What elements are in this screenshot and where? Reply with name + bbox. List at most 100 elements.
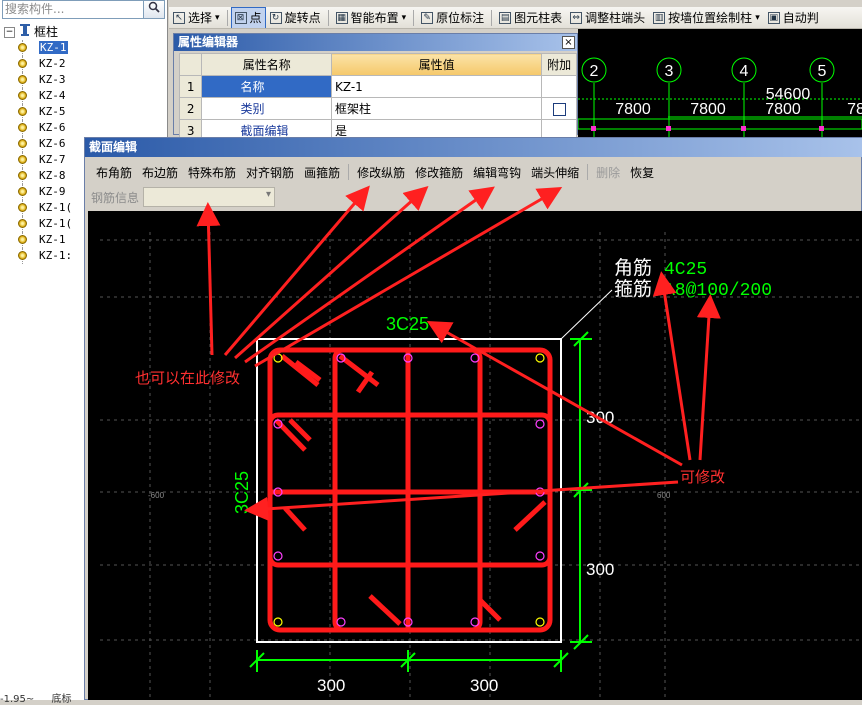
- toolbar-button-2[interactable]: ↻ 旋转点: [266, 7, 325, 28]
- dim-right-top: 300: [586, 408, 614, 427]
- axis-label-4: 4: [740, 63, 749, 80]
- section-tool-0[interactable]: 布角筋: [91, 164, 137, 181]
- toolbar-button-8[interactable]: ▣ 自动判: [764, 7, 823, 28]
- attr-value-header: 属性值: [330, 53, 543, 76]
- toolbar-button-1[interactable]: ⊠ 点: [230, 7, 266, 28]
- smart-layout-icon: ▦: [335, 11, 348, 24]
- chevron-down-icon: ▾: [755, 12, 760, 23]
- grid-coordinate-left: -600: [148, 491, 165, 500]
- tree-item-label: KZ-1: [39, 41, 68, 54]
- section-editor-title[interactable]: 截面编辑: [85, 138, 862, 157]
- toolbar-button-label: 选择: [188, 11, 213, 25]
- attr-value-cell[interactable]: 框架柱: [330, 97, 543, 120]
- chevron-down-icon: ▾: [215, 12, 220, 23]
- plan-canvas[interactable]: 2 3 4 5 54600 7800 7800 7800 78: [578, 29, 862, 139]
- section-tool-4[interactable]: 画箍筋: [299, 164, 345, 181]
- rebar-info-label: 钢筋信息: [91, 190, 140, 205]
- column-node-icon: [18, 171, 27, 180]
- column-table-icon: ▤: [499, 11, 512, 24]
- span-dimension-3: 7800: [765, 101, 801, 118]
- tree-item-label: KZ-2: [39, 57, 66, 70]
- close-icon[interactable]: ×: [562, 36, 575, 49]
- section-tool-8[interactable]: 端头伸缩: [526, 164, 584, 181]
- attr-value-cell[interactable]: KZ-1: [330, 75, 543, 98]
- span-dimension-1: 7800: [615, 101, 651, 118]
- tree-item-label: KZ-1(: [39, 201, 73, 214]
- toolbar-separator: [226, 9, 228, 26]
- tree-root-label: 框柱: [34, 25, 59, 39]
- point-icon: ⊠: [234, 11, 247, 24]
- collapse-toggle-icon[interactable]: −: [4, 27, 15, 38]
- chevron-down-icon: ▾: [401, 12, 407, 23]
- column-node-icon: [18, 203, 27, 212]
- toolbar-button-label: 图元柱表: [514, 11, 563, 25]
- tree-item[interactable]: KZ-1: [18, 40, 168, 56]
- column-node-icon: [18, 155, 27, 164]
- tree-root-frame-column[interactable]: − 框柱: [4, 24, 58, 40]
- column-node-icon: [18, 251, 27, 260]
- stirrup-value[interactable]: A8@100/200: [664, 281, 772, 301]
- tree-item[interactable]: KZ-5: [18, 104, 168, 120]
- toolbar-button-3[interactable]: ▦ 智能布置 ▾: [332, 7, 411, 28]
- toolbar-button-5[interactable]: ▤ 图元柱表: [495, 7, 566, 28]
- tree-item[interactable]: KZ-3: [18, 72, 168, 88]
- annotate-icon: ✎: [421, 11, 434, 24]
- search-input[interactable]: 搜索构件...: [2, 0, 165, 19]
- pointer-icon: ↖: [173, 11, 185, 24]
- section-tool-10[interactable]: 恢复: [625, 164, 659, 181]
- toolbar-separator: [491, 9, 493, 26]
- attr-add-cell[interactable]: [541, 97, 577, 120]
- toolbar-button-label: 点: [249, 11, 262, 25]
- tree-item[interactable]: KZ-4: [18, 88, 168, 104]
- row-number: 2: [178, 97, 203, 120]
- search-icon[interactable]: [143, 0, 165, 19]
- attribute-row[interactable]: 2 类别 框架柱: [178, 97, 577, 120]
- section-tool-1[interactable]: 布边筋: [137, 164, 183, 181]
- toolbar-separator: [348, 164, 350, 180]
- attr-add-cell[interactable]: [541, 75, 577, 98]
- attribute-table: 属性名称 属性值 附加 1 名称 KZ-1 2 类别 框架柱 3 截面编辑是: [178, 53, 577, 142]
- section-tool-6[interactable]: 修改箍筋: [410, 164, 468, 181]
- corner-rebar-label: 角筋: [614, 257, 652, 279]
- column-node-icon: [18, 139, 27, 148]
- tree-item-label: KZ-6: [39, 121, 66, 134]
- column-node-icon: [18, 75, 27, 84]
- span-dimension-4: 78: [847, 101, 862, 118]
- attribute-editor-title[interactable]: 属性编辑器: [174, 34, 577, 51]
- toolbar-button-6[interactable]: ⇔ 调整柱端头: [566, 7, 649, 28]
- toolbar-button-4[interactable]: ✎ 原位标注: [417, 7, 488, 28]
- column-node-icon: [18, 91, 27, 100]
- side-rebar-value[interactable]: 3C25: [232, 471, 252, 514]
- section-drawing-canvas[interactable]: 300 300 300 300 角筋 箍筋 4C25 A8@100/200 3C…: [88, 211, 862, 700]
- column-node-icon: [18, 123, 27, 132]
- tree-item[interactable]: KZ-2: [18, 56, 168, 72]
- tree-item[interactable]: KZ-6: [18, 120, 168, 136]
- attr-name-cell[interactable]: 类别: [201, 97, 332, 120]
- dim-right-bottom: 300: [586, 560, 614, 579]
- attr-name-header: 属性名称: [201, 53, 332, 76]
- attr-name-cell[interactable]: 名称: [201, 75, 332, 98]
- top-rebar-value[interactable]: 3C25: [386, 314, 429, 334]
- corner-rebar-value[interactable]: 4C25: [664, 260, 707, 280]
- toolbar-button-label: 调整柱端头: [585, 11, 646, 25]
- add-checkbox[interactable]: [552, 102, 566, 116]
- toolbar-button-0[interactable]: ↖ 选择 ▾: [169, 7, 224, 28]
- column-node-icon: [18, 187, 27, 196]
- adjust-end-icon: ⇔: [570, 11, 583, 24]
- toolbar-separator: [587, 164, 589, 180]
- grid-coordinate-right: 600: [657, 491, 671, 500]
- span-dimension-2: 7800: [690, 101, 726, 118]
- toolbar-separator: [413, 9, 415, 26]
- section-tool-5[interactable]: 修改纵筋: [352, 164, 410, 181]
- rebar-info-select[interactable]: [143, 187, 276, 207]
- section-tool-3[interactable]: 对齐钢筋: [241, 164, 299, 181]
- section-tool-7[interactable]: 编辑弯钩: [468, 164, 526, 181]
- column-type-icon: [19, 24, 31, 40]
- attribute-row[interactable]: 1 名称 KZ-1: [178, 75, 577, 98]
- dim-bottom-left: 300: [317, 676, 345, 695]
- column-node-icon: [18, 43, 27, 52]
- toolbar-button-label: 按墙位置绘制柱: [668, 11, 753, 25]
- section-tool-2[interactable]: 特殊布筋: [183, 164, 241, 181]
- toolbar-button-label: 原位标注: [436, 11, 485, 25]
- toolbar-button-7[interactable]: ▥ 按墙位置绘制柱 ▾: [649, 7, 764, 28]
